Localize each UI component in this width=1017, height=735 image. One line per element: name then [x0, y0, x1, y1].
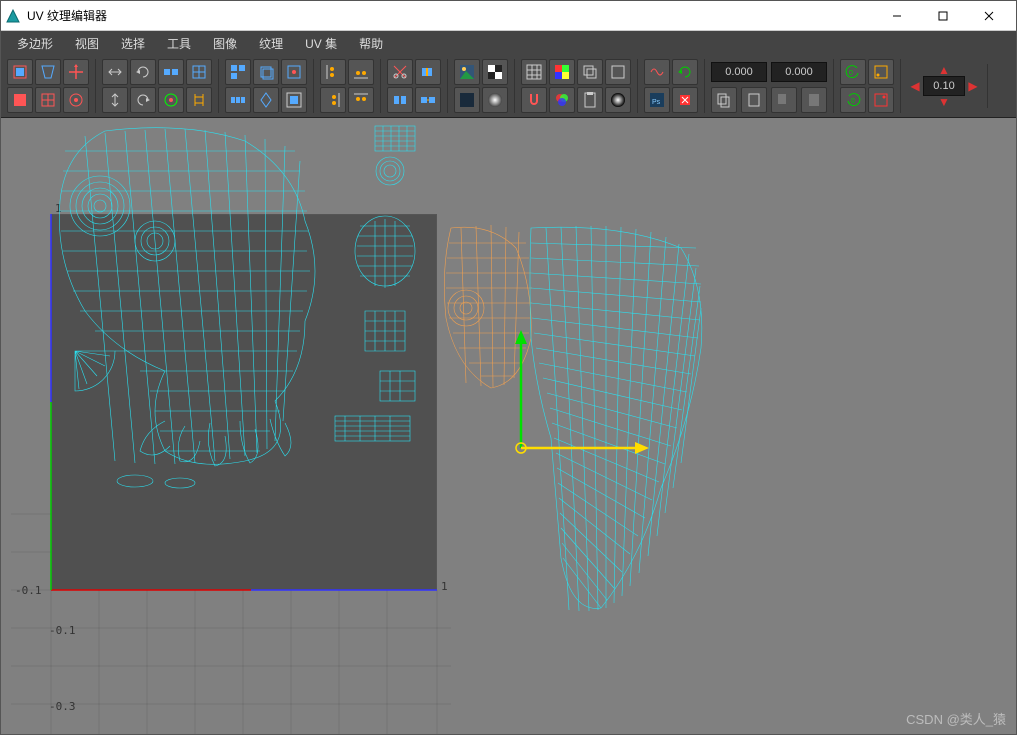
paste-uv-icon[interactable]	[577, 87, 603, 113]
stack-icon[interactable]	[253, 59, 279, 85]
refresh-icon[interactable]	[672, 59, 698, 85]
layout-icon[interactable]	[225, 59, 251, 85]
rotate-ccw-icon[interactable]	[130, 59, 156, 85]
svg-text:Ps: Ps	[652, 99, 661, 106]
tool-group-coords	[711, 59, 834, 113]
spinner-up-icon[interactable]: ▲	[936, 64, 952, 76]
spinner-left-icon[interactable]: ◀	[907, 76, 923, 96]
nudge-cw-icon[interactable]: 0	[840, 87, 866, 113]
coord-v-input[interactable]	[771, 62, 827, 82]
tool-group-cutsew	[387, 59, 448, 113]
grid-label-b2: -0.3	[49, 700, 76, 713]
split-uv-icon[interactable]	[387, 87, 413, 113]
menu-uvset[interactable]: UV 集	[295, 33, 347, 54]
unfold-icon[interactable]	[35, 59, 61, 85]
grid-label-left: -0.1	[15, 584, 42, 597]
menu-polygons[interactable]: 多边形	[7, 33, 63, 54]
menu-tools[interactable]: 工具	[157, 33, 201, 54]
layout-u-icon[interactable]	[225, 87, 251, 113]
uv-mesh-main	[45, 121, 423, 491]
image-icon[interactable]	[454, 59, 480, 85]
tool-group-select	[7, 59, 96, 113]
distortion-icon[interactable]	[644, 59, 670, 85]
flip-v-icon[interactable]	[102, 87, 128, 113]
minimize-button[interactable]	[874, 2, 920, 30]
tool-group-shade: Ps	[644, 59, 705, 113]
psd-icon[interactable]: Ps	[644, 87, 670, 113]
menu-select[interactable]: 选择	[111, 33, 155, 54]
uv-mesh-selected	[441, 218, 721, 618]
sew-uv-icon[interactable]	[415, 59, 441, 85]
rotate-cw-icon[interactable]	[130, 87, 156, 113]
tool-group-flip	[102, 59, 219, 113]
delete-uv-icon[interactable]	[672, 87, 698, 113]
normalize-icon[interactable]	[281, 87, 307, 113]
titlebar: UV 纹理编辑器	[1, 1, 1016, 31]
spinner-input[interactable]	[923, 76, 965, 96]
snap-uv-icon[interactable]	[281, 59, 307, 85]
align-max-v-icon[interactable]	[348, 87, 374, 113]
move-sew-icon[interactable]	[415, 87, 441, 113]
snap-icon[interactable]	[521, 87, 547, 113]
nudge-ccw-icon[interactable]: 0	[840, 59, 866, 85]
toolbar: Ps 0 0 ▲	[1, 55, 1016, 118]
move-tool-icon[interactable]	[63, 59, 89, 85]
svg-text:0: 0	[849, 70, 853, 77]
close-button[interactable]	[966, 2, 1012, 30]
select-shell-icon[interactable]	[7, 59, 33, 85]
svg-text:0: 0	[851, 98, 855, 105]
alpha-icon[interactable]	[605, 87, 631, 113]
menu-view[interactable]: 视图	[65, 33, 109, 54]
lattice-icon[interactable]	[35, 87, 61, 113]
copy-uv-icon[interactable]	[577, 59, 603, 85]
menu-image[interactable]: 图像	[203, 33, 247, 54]
tool-group-display	[454, 59, 515, 113]
tool-group-spinner: ▲ ◀ ▶ ▼	[907, 64, 988, 108]
spinner-down-icon[interactable]: ▼	[936, 96, 952, 108]
cut-uv-icon[interactable]	[387, 59, 413, 85]
menu-help[interactable]: 帮助	[349, 33, 393, 54]
tool-group-layout	[225, 59, 314, 113]
center-pivot-icon[interactable]	[158, 87, 184, 113]
color-checker-icon[interactable]	[549, 59, 575, 85]
smudge-tool-icon[interactable]	[63, 87, 89, 113]
align-max-u-icon[interactable]	[320, 87, 346, 113]
tool-group-nudge: 0 0	[840, 59, 901, 113]
copy-icon[interactable]	[711, 87, 737, 113]
flip-u-icon[interactable]	[102, 59, 128, 85]
watermark: CSDN @类人_猿	[906, 709, 1006, 728]
rgb-icon[interactable]	[549, 87, 575, 113]
shaded-icon[interactable]	[482, 87, 508, 113]
checker-icon[interactable]	[482, 59, 508, 85]
grid-snap-icon[interactable]	[186, 59, 212, 85]
menu-texture[interactable]: 纹理	[249, 33, 293, 54]
coord-u-input[interactable]	[711, 62, 767, 82]
nudge-max-icon[interactable]	[868, 87, 894, 113]
sew-icon[interactable]	[186, 87, 212, 113]
copy-opt-icon[interactable]	[771, 87, 797, 113]
paste-icon[interactable]	[741, 87, 767, 113]
spinner-right-icon[interactable]: ▶	[965, 76, 981, 96]
orient-icon[interactable]	[253, 87, 279, 113]
align-min-u-icon[interactable]	[320, 59, 346, 85]
uv-viewport[interactable]: 1 1 -0.1 -0.1 -0.3	[1, 118, 1016, 734]
grid-icon[interactable]	[521, 59, 547, 85]
dim-image-icon[interactable]	[454, 87, 480, 113]
app-icon	[5, 8, 21, 24]
tool-group-align	[320, 59, 381, 113]
tool-group-grid	[521, 59, 638, 113]
nudge-min-icon[interactable]	[868, 59, 894, 85]
window-title: UV 纹理编辑器	[27, 7, 874, 24]
grid-label-b1: -0.1	[49, 624, 76, 637]
isolate-icon[interactable]	[605, 59, 631, 85]
select-face-icon[interactable]	[7, 87, 33, 113]
paste-opt-icon[interactable]	[801, 87, 827, 113]
maximize-button[interactable]	[920, 2, 966, 30]
snap-together-icon[interactable]	[158, 59, 184, 85]
align-min-v-icon[interactable]	[348, 59, 374, 85]
menubar: 多边形 视图 选择 工具 图像 纹理 UV 集 帮助	[1, 31, 1016, 55]
